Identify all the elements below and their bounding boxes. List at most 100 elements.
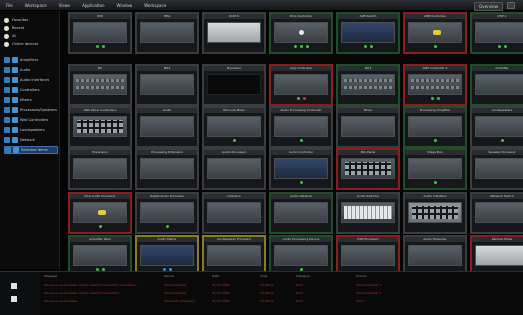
log-column-header[interactable]: Device: [164, 274, 212, 280]
button-pad: [77, 120, 123, 133]
device-tile-title: Audio: [137, 108, 197, 113]
sidebar-item[interactable]: Selected items: [4, 146, 58, 154]
device-tile[interactable]: Loudspeakers: [470, 106, 523, 148]
device-tile[interactable]: HDA: [135, 12, 199, 54]
status-leds: [341, 95, 395, 101]
sidebar: Favorites Recent All Online devices Amplifie…: [0, 11, 60, 269]
device-tile[interactable]: Wall Panel Controllers: [68, 106, 132, 148]
log-cell: 21.11.2018: [212, 299, 230, 303]
status-led-icon: [98, 224, 102, 228]
sidebar-item[interactable]: Amplifiers: [4, 56, 58, 64]
device-tile[interactable]: AVB Switch: [336, 12, 400, 54]
sidebar-item[interactable]: Mixers: [4, 96, 58, 104]
circle-icon: [4, 25, 9, 31]
device-tile[interactable]: DSP 1: [470, 12, 523, 54]
log-row[interactable]: Device is unreachable. DCA Audio Processo…: [44, 299, 519, 305]
device-tile[interactable]: DCM-S: [202, 12, 266, 54]
sidebar-item-label: Audio Interfaces: [20, 78, 50, 82]
device-tile[interactable]: Audio Processing Controller: [269, 106, 333, 148]
status-led-icon: [165, 224, 169, 228]
device-tile[interactable]: Audio Switcher: [336, 192, 400, 234]
device-tile[interactable]: Network Switch: [470, 192, 523, 234]
device-tile[interactable]: AMP Controller 2: [403, 64, 467, 106]
filter-icon[interactable]: [11, 283, 17, 289]
status-leds: [207, 179, 261, 185]
log-cell: Error: [296, 283, 304, 287]
device-tile-title: DSP: [70, 14, 130, 19]
device-tile-title: Loudspeakers: [472, 108, 523, 113]
device-tile[interactable]: Mix Panel: [336, 148, 400, 190]
device-tile[interactable]: Mixer: [336, 106, 400, 148]
device-tile[interactable]: Audio Controller: [269, 148, 333, 190]
device-tile-title: Audio Processing Device: [271, 237, 331, 242]
status-leds: [73, 43, 127, 49]
grid-view-icon[interactable]: [507, 2, 515, 9]
device-tile[interactable]: Digital Audio Processor: [135, 192, 199, 234]
device-front-panel: [73, 74, 127, 95]
sidebar-item[interactable]: All: [4, 32, 58, 40]
device-tile[interactable]: MX2: [135, 64, 199, 106]
status-leds: [73, 95, 127, 101]
device-tile-title: MX: [70, 66, 130, 71]
sidebar-item[interactable]: Online devices: [4, 40, 58, 48]
device-tile[interactable]: DSP: [68, 12, 132, 54]
folder-icon: [4, 97, 10, 103]
device-tile[interactable]: Processor: [202, 64, 266, 106]
device-tile[interactable]: Audio: [135, 106, 199, 148]
device-front-panel: [475, 158, 523, 179]
device-tile[interactable]: Mic-Line Mixer: [202, 106, 266, 148]
sidebar-item[interactable]: Processors/Speakers: [4, 106, 58, 114]
device-tile[interactable]: Processing Amplifier: [403, 106, 467, 148]
log-cell: Device is unreachable.: [44, 299, 79, 303]
menu-item[interactable]: Window: [117, 0, 133, 11]
status-leds: [408, 95, 462, 101]
device-tile[interactable]: Processing Extension: [135, 148, 199, 190]
device-tile[interactable]: Speaker Processor: [470, 148, 523, 190]
sidebar-item[interactable]: Audio Interfaces: [4, 76, 58, 84]
sidebar-item-label: Network: [20, 138, 36, 142]
clear-icon[interactable]: [11, 296, 17, 302]
device-front-panel: [274, 158, 328, 179]
status-led-icon: [430, 96, 434, 100]
message-log: Message Device Date Time Category Source Devi…: [0, 271, 523, 315]
device-tile[interactable]: MX: [68, 64, 132, 106]
device-tile[interactable]: Audio Processor: [202, 148, 266, 190]
log-column-header[interactable]: Source: [356, 274, 436, 280]
device-tile-title: DSP Processor: [338, 237, 398, 242]
sidebar-item[interactable]: Network: [4, 136, 58, 144]
device-tile[interactable]: Stage Box: [403, 148, 467, 190]
device-front-panel: [73, 245, 127, 266]
status-led-icon: [293, 44, 297, 48]
menu-item[interactable]: Workspace: [25, 0, 47, 11]
log-cell: Amp Controller 2: [356, 291, 382, 295]
log-row[interactable]: Device is unreachable. Check network con…: [44, 283, 519, 289]
log-column-header[interactable]: Category: [296, 274, 356, 280]
menu-item[interactable]: Views: [59, 0, 71, 11]
device-tile-title: Mic-Line Mixer: [204, 108, 264, 113]
device-tile[interactable]: Amp Controller: [269, 64, 333, 106]
device-tile[interactable]: DCA Controller: [269, 12, 333, 54]
sidebar-item[interactable]: Loudspeakers: [4, 126, 58, 134]
view-switch-button[interactable]: Overview: [474, 2, 503, 11]
device-tile[interactable]: DCA Audio Processor: [68, 192, 132, 234]
log-column-header[interactable]: Time: [260, 274, 296, 280]
device-tile[interactable]: Audio Interface: [403, 192, 467, 234]
device-tile[interactable]: Expansion: [68, 148, 132, 190]
menu-item[interactable]: Workspace: [144, 0, 166, 11]
device-tile-title: DSP 1: [472, 14, 523, 19]
device-tile[interactable]: Audio Network: [269, 192, 333, 234]
sidebar-item[interactable]: Wall Controllers: [4, 116, 58, 124]
sidebar-item[interactable]: Controllers: [4, 86, 58, 94]
sidebar-item[interactable]: Recent: [4, 24, 58, 32]
sidebar-item[interactable]: Favorites: [4, 16, 58, 24]
device-tile[interactable]: Amplifier: [470, 64, 523, 106]
device-tile[interactable]: Interface: [202, 192, 266, 234]
menu-item[interactable]: Application: [82, 0, 104, 11]
device-tile[interactable]: AMP Controller: [403, 12, 467, 54]
menu-item[interactable]: File: [6, 0, 13, 11]
sidebar-item[interactable]: Audio: [4, 66, 58, 74]
log-column-header[interactable]: Message: [44, 274, 164, 280]
log-column-header[interactable]: Date: [212, 274, 260, 280]
device-tile[interactable]: MX3: [336, 64, 400, 106]
log-row[interactable]: Device is unreachable. Check network con…: [44, 291, 519, 297]
